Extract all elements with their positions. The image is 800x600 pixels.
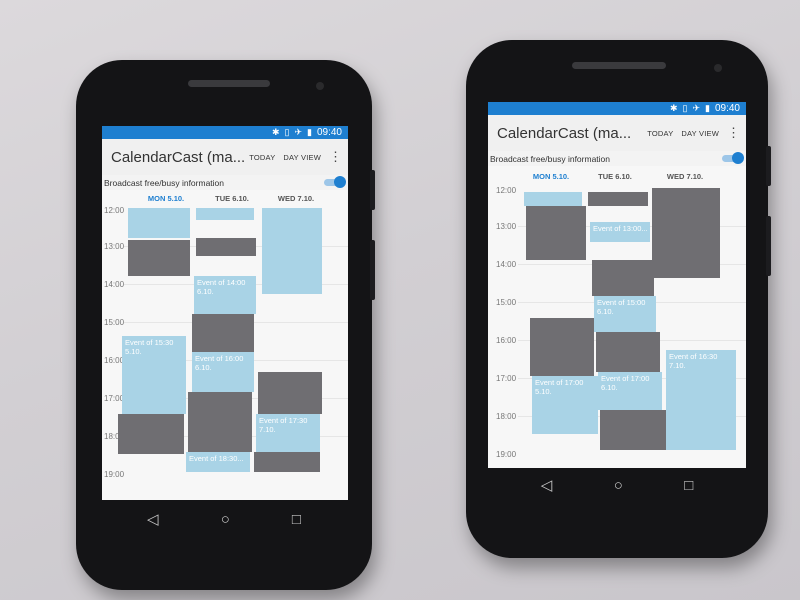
hour-label: 12:00 [496,186,517,195]
calendar-event[interactable]: Event of 17:00 6.10. [598,372,662,410]
broadcast-label: Broadcast free/busy information [104,177,225,188]
overflow-menu-icon[interactable]: ⋮ [329,149,342,165]
calendar-event[interactable]: Event of 17:00 5.10. [532,376,598,434]
day-header-mon[interactable]: MON 5.10. [524,172,578,181]
hour-label: 13:00 [496,222,517,231]
bluetooth-icon: ✱ [669,103,678,113]
battery-icon: ▮ [307,127,312,137]
broadcast-toggle[interactable] [722,152,744,164]
hour-label: 16:00 [496,336,517,345]
hour-label: 15:00 [104,318,125,327]
volume-button[interactable] [766,146,771,186]
calendar-event[interactable]: Event of 16:30 7.10. [666,350,736,450]
earpiece-speaker [572,62,666,69]
today-button[interactable]: TODAY [249,153,275,162]
day-header-wed[interactable]: WED 7.10. [270,194,322,203]
broadcast-toggle[interactable] [324,176,346,188]
power-button[interactable] [370,240,375,300]
status-time: 09:40 [316,127,342,138]
home-icon[interactable]: ○ [614,477,623,494]
broadcast-row[interactable]: Broadcast free/busy information [488,151,746,166]
broadcast-row[interactable]: Broadcast free/busy information [102,175,348,190]
status-bar: ✱ ▯ ✈ ▮ 09:40 [488,102,746,115]
calendar-event[interactable] [196,238,256,256]
calendar-event[interactable]: Event of 15:30 5.10. [122,336,186,414]
calendar-event[interactable] [128,208,190,238]
overflow-menu-icon[interactable]: ⋮ [727,125,740,141]
today-button[interactable]: TODAY [647,129,673,138]
hour-label: 13:00 [104,242,125,251]
calendar-event[interactable] [592,260,654,296]
navigation-bar: ◁ ○ □ [116,508,332,530]
calendar-event[interactable]: Event of 18:30... [186,452,250,472]
calendar-event[interactable]: Event of 14:00 6.10. [194,276,256,314]
calendar-event[interactable] [262,208,322,294]
screen: ✱ ▯ ✈ ▮ 09:40 CalendarCast (ma... TODAY … [488,102,746,468]
day-header-mon[interactable]: MON 5.10. [140,194,192,203]
broadcast-label: Broadcast free/busy information [490,153,611,164]
battery-icon: ▮ [705,103,710,113]
status-bar: ✱ ▯ ✈ ▮ 09:40 [102,126,348,139]
calendar-event[interactable]: Event of 16:00 6.10. [192,352,254,392]
phone-right: ✱ ▯ ✈ ▮ 09:40 CalendarCast (ma... TODAY … [466,40,771,558]
volume-button[interactable] [370,170,375,210]
calendar-event[interactable]: Event of 15:00 6.10. [594,296,656,332]
airplane-icon: ✈ [294,127,303,137]
calendar-event[interactable] [526,206,586,260]
calendar-event[interactable] [118,414,184,454]
vibrate-icon: ▯ [682,103,688,113]
calendar-event[interactable]: Event of 17:30 7.10. [256,414,320,452]
app-title: CalendarCast (ma... [497,124,632,142]
navigation-bar: ◁ ○ □ [510,474,724,496]
calendar-event[interactable] [596,332,660,372]
calendar-event[interactable] [588,192,648,206]
bluetooth-icon: ✱ [271,127,280,137]
calendar-event[interactable] [188,392,252,452]
hour-label: 15:00 [496,298,517,307]
screen: ✱ ▯ ✈ ▮ 09:40 CalendarCast (ma... TODAY … [102,126,348,500]
calendar-event[interactable] [600,410,666,450]
hour-label: 19:00 [104,470,125,479]
day-view-button[interactable]: DAY VIEW [681,129,719,138]
calendar-event[interactable]: Event of 13:00... [590,222,650,242]
day-header-wed[interactable]: WED 7.10. [658,172,712,181]
hour-label: 14:00 [104,280,125,289]
calendar-event[interactable] [128,240,190,276]
calendar-event[interactable] [192,314,254,352]
hour-label: 14:00 [496,260,517,269]
calendar-event[interactable] [196,208,254,220]
front-camera [714,64,722,72]
hour-label: 18:00 [496,412,517,421]
toggle-knob [732,152,744,164]
day-header-tue[interactable]: TUE 6.10. [206,194,258,203]
back-icon[interactable]: ◁ [147,510,159,528]
calendar-event[interactable] [530,318,594,376]
day-header-tue[interactable]: TUE 6.10. [588,172,642,181]
app-title: CalendarCast (ma... [111,148,246,166]
app-bar: CalendarCast (ma... TODAY DAY VIEW ⋮ [488,115,746,151]
toggle-knob [334,176,346,188]
back-icon[interactable]: ◁ [541,476,553,494]
home-icon[interactable]: ○ [221,511,230,528]
app-bar: CalendarCast (ma... TODAY DAY VIEW ⋮ [102,139,348,175]
recents-icon[interactable]: □ [684,477,693,494]
calendar-event[interactable] [524,192,582,206]
hour-label: 12:00 [104,206,125,215]
phone-left: ✱ ▯ ✈ ▮ 09:40 CalendarCast (ma... TODAY … [76,60,375,590]
calendar-event[interactable] [254,452,320,472]
recents-icon[interactable]: □ [292,511,301,528]
hour-label: 17:00 [496,374,517,383]
calendar-event[interactable] [652,188,720,278]
hour-label: 19:00 [496,450,517,459]
calendar-event[interactable] [258,372,322,414]
airplane-icon: ✈ [692,103,701,113]
power-button[interactable] [766,216,771,276]
earpiece-speaker [188,80,270,87]
vibrate-icon: ▯ [284,127,290,137]
day-view-button[interactable]: DAY VIEW [283,153,321,162]
front-camera [316,82,324,90]
status-time: 09:40 [714,103,740,114]
